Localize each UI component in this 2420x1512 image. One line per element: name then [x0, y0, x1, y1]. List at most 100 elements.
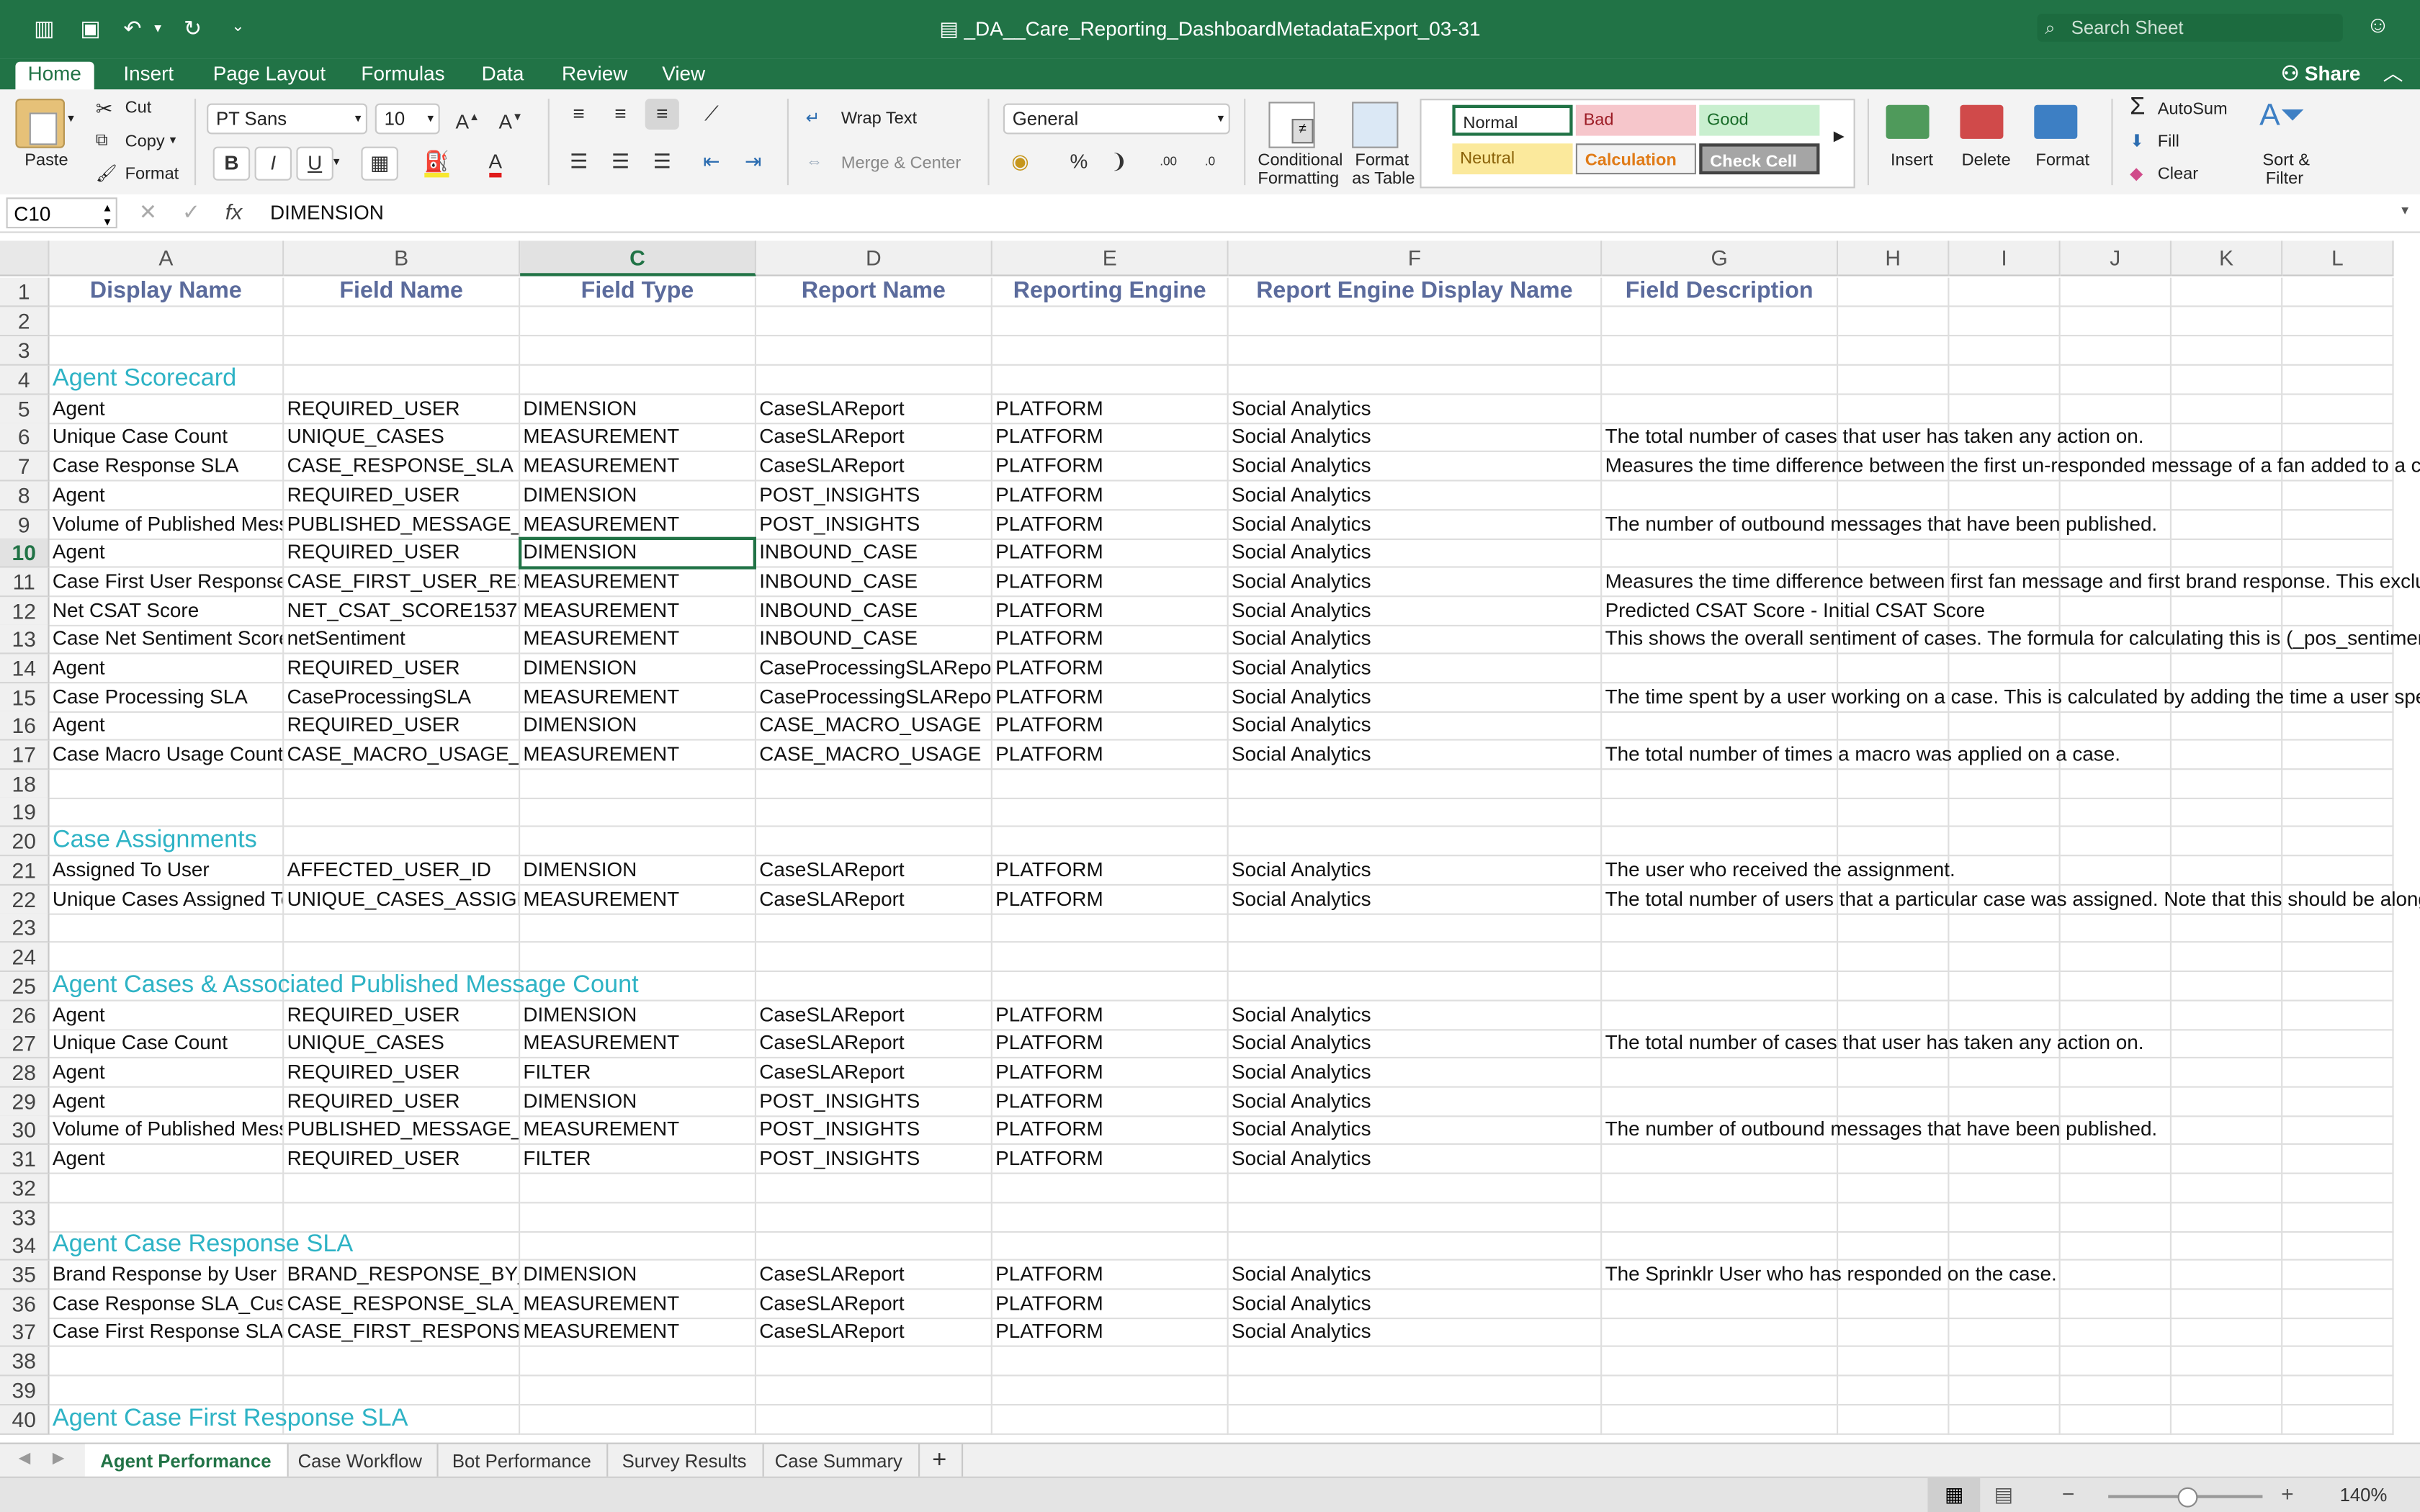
cell[interactable]: REQUIRED_USER	[284, 711, 521, 741]
cell[interactable]	[1602, 913, 1839, 943]
italic-button[interactable]: I	[254, 146, 292, 181]
cell[interactable]	[2172, 1058, 2283, 1088]
cell[interactable]	[2060, 770, 2172, 799]
cell[interactable]	[2060, 1260, 2172, 1290]
cell[interactable]	[2282, 277, 2394, 307]
cell[interactable]	[2172, 395, 2283, 425]
cell[interactable]: NET_CSAT_SCORE15379	[284, 597, 521, 626]
sheet-tab-bot-performance[interactable]: Bot Performance	[436, 1444, 609, 1478]
column-header-a[interactable]: A	[49, 240, 284, 276]
column-header-c[interactable]: C	[520, 240, 756, 276]
cell[interactable]	[992, 1231, 1229, 1261]
row-header[interactable]: 29	[0, 1087, 50, 1117]
conditional-formatting-icon[interactable]: ≠	[1268, 102, 1315, 148]
row-header[interactable]: 28	[0, 1058, 50, 1088]
cell[interactable]: UNIQUE_CASES	[284, 1029, 521, 1058]
cell[interactable]	[1949, 1290, 2061, 1320]
cell[interactable]: CASE_MACRO_USAGE_COU	[284, 740, 521, 770]
cell[interactable]	[2060, 336, 2172, 366]
sheet-tab-case-workflow[interactable]: Case Workflow	[282, 1444, 439, 1478]
cell[interactable]: MEASUREMENT	[520, 451, 756, 482]
cell[interactable]: PLATFORM	[992, 683, 1229, 713]
cell[interactable]: REQUIRED_USER	[284, 1001, 521, 1031]
format-as-table-label-2[interactable]: as Table	[1352, 170, 1415, 189]
cell[interactable]: MEASUREMENT	[520, 886, 756, 915]
cell[interactable]: MEASUREMENT	[520, 683, 756, 713]
sheet-tab-survey-results[interactable]: Survey Results	[606, 1444, 764, 1478]
cell[interactable]: Agent Case First Response SLA	[49, 1405, 408, 1435]
cell[interactable]	[992, 1174, 1229, 1204]
zoom-out-button[interactable]: −	[2062, 1481, 2075, 1506]
delete-cells-button[interactable]: Delete	[1962, 151, 2011, 170]
cell[interactable]: Social Analytics	[1228, 1290, 1603, 1320]
cell[interactable]	[756, 365, 992, 395]
decrease-decimal-icon[interactable]: .0	[1193, 147, 1227, 178]
cell[interactable]	[1602, 770, 1839, 799]
cell[interactable]: CaseSLAReport	[756, 1029, 992, 1058]
cell[interactable]	[1949, 336, 2061, 366]
row-header[interactable]: 12	[0, 597, 50, 626]
cell[interactable]	[1838, 538, 1950, 568]
cell[interactable]	[2060, 1318, 2172, 1347]
cell[interactable]	[1228, 336, 1603, 366]
tab-home[interactable]: Home	[15, 61, 94, 93]
cell[interactable]: CaseSLAReport	[756, 886, 992, 915]
cell[interactable]: Net CSAT Score	[49, 597, 284, 626]
cell[interactable]	[520, 770, 756, 799]
cell[interactable]: PLATFORM	[992, 538, 1229, 568]
cell[interactable]: Social Analytics	[1228, 395, 1603, 425]
cell[interactable]: Field Name	[284, 277, 521, 307]
row-header[interactable]: 39	[0, 1376, 50, 1406]
font-size-select[interactable]: 10 ▾	[375, 103, 440, 135]
cell[interactable]	[1838, 365, 1950, 395]
cell[interactable]	[2172, 913, 2283, 943]
cell[interactable]: Case Response SLA_Custon	[49, 1290, 284, 1320]
cell[interactable]	[2172, 972, 2283, 1002]
cell[interactable]	[2172, 856, 2283, 886]
cell[interactable]	[520, 1405, 756, 1435]
cell[interactable]: PLATFORM	[992, 1145, 1229, 1174]
cell[interactable]	[992, 365, 1229, 395]
cell[interactable]	[2172, 365, 2283, 395]
cell[interactable]: PLATFORM	[992, 567, 1229, 598]
cell[interactable]	[49, 1376, 284, 1406]
cell[interactable]	[520, 797, 756, 827]
cell[interactable]: The total number of times a macro was ap…	[1602, 740, 2120, 770]
cell[interactable]	[992, 827, 1229, 857]
cell[interactable]: INBOUND_CASE	[756, 624, 992, 654]
cell[interactable]	[1838, 1376, 1950, 1406]
cell[interactable]: CASE_RESPONSE_SLA_CUS	[284, 1290, 521, 1320]
cell[interactable]	[49, 942, 284, 972]
cell[interactable]	[756, 972, 992, 1002]
cell[interactable]: PLATFORM	[992, 451, 1229, 482]
cell[interactable]	[2060, 711, 2172, 741]
cell[interactable]: PLATFORM	[992, 856, 1229, 886]
cell[interactable]	[1949, 770, 2061, 799]
cell[interactable]: CASE_RESPONSE_SLA	[284, 451, 521, 482]
column-header-k[interactable]: K	[2172, 240, 2283, 276]
cell[interactable]	[992, 1203, 1229, 1233]
cell[interactable]: Agent Case Response SLA	[49, 1231, 353, 1261]
delete-cells-icon[interactable]	[1960, 104, 2004, 139]
cell[interactable]	[1949, 1346, 2061, 1377]
row-header[interactable]: 21	[0, 856, 50, 886]
cell[interactable]: Social Analytics	[1228, 1087, 1603, 1117]
cell[interactable]: Agent	[49, 711, 284, 741]
cell[interactable]: UNIQUE_CASES_ASSIGNED	[284, 886, 521, 915]
row-header[interactable]: 23	[0, 913, 50, 943]
cell[interactable]	[2060, 1145, 2172, 1174]
cell[interactable]: PUBLISHED_MESSAGE_COU	[284, 510, 521, 540]
cell[interactable]	[2060, 1231, 2172, 1261]
cell[interactable]	[2282, 1260, 2394, 1290]
font-color-icon[interactable]: A	[478, 147, 512, 178]
search-sheet-input[interactable]: ⌕ Search Sheet	[2037, 14, 2343, 42]
cell[interactable]	[2060, 913, 2172, 943]
cell[interactable]	[1602, 1290, 1839, 1320]
cell[interactable]	[1602, 1405, 1839, 1435]
cell[interactable]	[1949, 654, 2061, 684]
cell[interactable]	[1602, 336, 1839, 366]
cell[interactable]: Unique Case Count	[49, 1029, 284, 1058]
cell[interactable]	[520, 1174, 756, 1204]
percent-icon[interactable]: %	[1062, 147, 1095, 178]
cell[interactable]	[2282, 740, 2394, 770]
